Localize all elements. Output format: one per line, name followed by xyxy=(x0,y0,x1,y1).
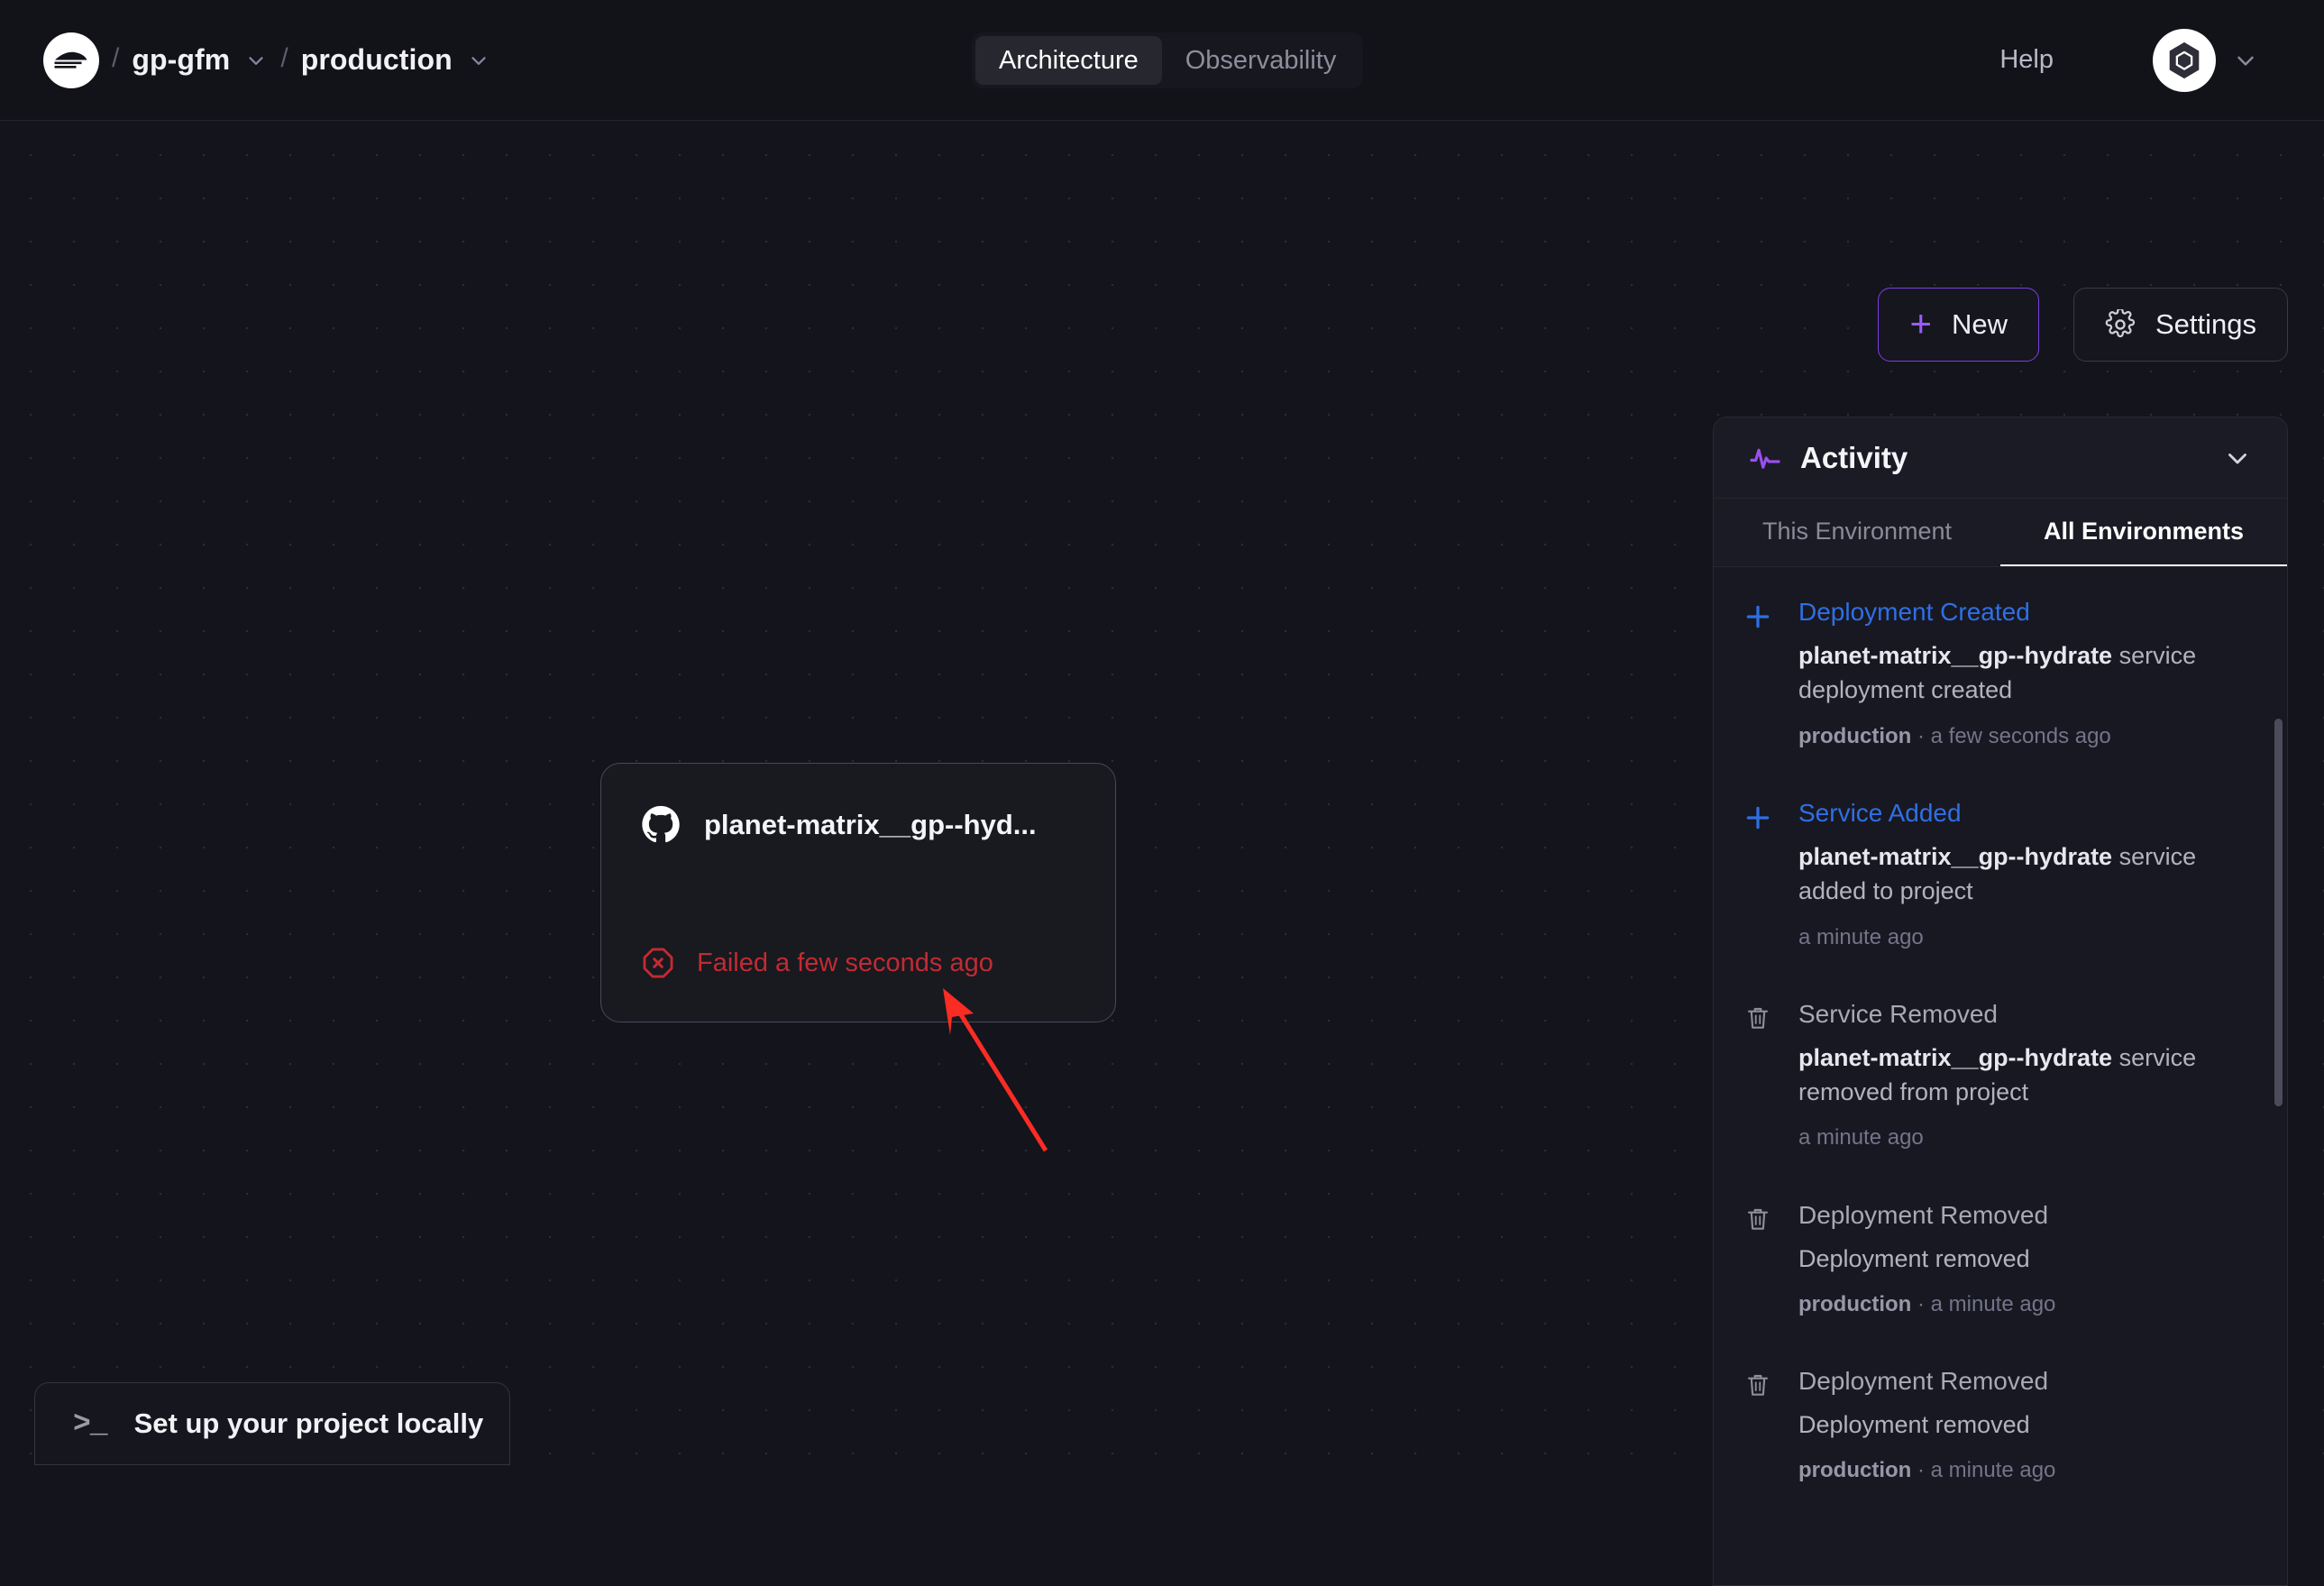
activity-item-body: Service Added planet-matrix__gp--hydrate… xyxy=(1798,797,2249,951)
activity-item-subject: planet-matrix__gp--hydrate xyxy=(1798,842,2113,870)
activity-item-title[interactable]: Deployment Removed xyxy=(1798,1199,2249,1231)
activity-item-body: Deployment Removed Deployment removed pr… xyxy=(1798,1365,2249,1485)
activity-list-item[interactable]: Deployment Created planet-matrix__gp--hy… xyxy=(1714,573,2287,774)
activity-item-meta-separator: · xyxy=(1911,723,1931,748)
activity-item-environment: production xyxy=(1798,1291,1912,1316)
plus-icon: + xyxy=(1909,301,1932,344)
trash-icon xyxy=(1737,998,1779,1152)
activity-tab-this-environment[interactable]: This Environment xyxy=(1714,499,2000,566)
error-octagon-x-icon xyxy=(643,948,673,978)
activity-item-body: Service Removed planet-matrix__gp--hydra… xyxy=(1798,998,2249,1152)
railway-logo-icon[interactable] xyxy=(43,32,99,88)
activity-list-item[interactable]: Service Added planet-matrix__gp--hydrate… xyxy=(1714,774,2287,975)
activity-item-title[interactable]: Deployment Created xyxy=(1798,596,2249,628)
plus-icon xyxy=(1737,797,1779,951)
service-node-card[interactable]: planet-matrix__gp--hyd... Failed a few s… xyxy=(600,763,1116,1022)
activity-item-meta: production · a minute ago xyxy=(1798,1456,2249,1484)
plus-icon xyxy=(1737,596,1779,750)
activity-item-timestamp: a minute ago xyxy=(1798,924,1924,949)
account-menu[interactable] xyxy=(2153,29,2259,92)
new-button[interactable]: + New xyxy=(1878,288,2039,362)
activity-item-timestamp: a minute ago xyxy=(1930,1458,2056,1483)
trash-icon xyxy=(1737,1365,1779,1485)
breadcrumb-environment-label: production xyxy=(300,43,453,76)
activity-item-description-tail: Deployment removed xyxy=(1798,1411,2030,1439)
activity-item-environment: production xyxy=(1798,723,1912,748)
activity-item-description: planet-matrix__gp--hydrate service added… xyxy=(1798,839,2249,909)
activity-item-body: Deployment Created planet-matrix__gp--hy… xyxy=(1798,596,2249,750)
setup-project-locally-button[interactable]: >_ Set up your project locally xyxy=(34,1382,510,1465)
activity-item-description-tail: Deployment removed xyxy=(1798,1244,2030,1272)
activity-item-subject: planet-matrix__gp--hydrate xyxy=(1798,1043,2113,1071)
activity-item-meta: production · a minute ago xyxy=(1798,1290,2249,1318)
activity-item-description: Deployment removed xyxy=(1798,1242,2249,1276)
activity-item-timestamp: a minute ago xyxy=(1798,1125,1924,1151)
activity-list-item[interactable]: Deployment Removed Deployment removed pr… xyxy=(1714,1342,2287,1508)
settings-button[interactable]: Settings xyxy=(2072,288,2288,362)
activity-panel-header[interactable]: Activity xyxy=(1714,417,2287,499)
activity-scope-tabs: This Environment All Environments xyxy=(1714,499,2287,567)
github-icon xyxy=(642,805,680,843)
service-card-status-text: Failed a few seconds ago xyxy=(697,948,993,977)
chevron-down-icon[interactable] xyxy=(2232,47,2259,74)
activity-item-title[interactable]: Deployment Removed xyxy=(1798,1365,2249,1397)
canvas-toolbar: + New Settings xyxy=(1878,288,2288,362)
activity-item-meta: a minute ago xyxy=(1798,923,2249,951)
activity-item-environment: production xyxy=(1798,1458,1912,1483)
top-bar: / gp-gfm / production Architecture Obser… xyxy=(0,0,2324,121)
activity-item-description: planet-matrix__gp--hydrate service remov… xyxy=(1798,1041,2249,1110)
activity-item-description: Deployment removed xyxy=(1798,1407,2249,1442)
activity-tab-all-environments[interactable]: All Environments xyxy=(2000,499,2287,566)
chevron-down-icon xyxy=(471,56,486,65)
breadcrumb-project-label: gp-gfm xyxy=(132,43,231,76)
terminal-prompt-icon: >_ xyxy=(73,1407,108,1441)
service-card-name: planet-matrix__gp--hyd... xyxy=(704,809,1037,840)
activity-panel: Activity This Environment All Environmen… xyxy=(1713,417,2288,1586)
activity-item-meta-separator: · xyxy=(1911,1458,1931,1483)
activity-feed-list[interactable]: Deployment Created planet-matrix__gp--hy… xyxy=(1714,567,2287,1585)
activity-item-timestamp: a minute ago xyxy=(1930,1291,2056,1316)
activity-item-subject: planet-matrix__gp--hydrate xyxy=(1798,642,2113,669)
architecture-canvas[interactable]: + New Settings planet-matrix__gp--hyd...… xyxy=(0,121,2324,1586)
service-card-header: planet-matrix__gp--hyd... xyxy=(641,805,1075,845)
activity-item-timestamp: a few seconds ago xyxy=(1930,723,2111,748)
activity-list-item[interactable]: Deployment Removed Deployment removed pr… xyxy=(1714,1176,2287,1343)
activity-pulse-icon xyxy=(1750,448,1780,469)
activity-item-meta-separator: · xyxy=(1911,1291,1931,1316)
activity-item-meta: production · a few seconds ago xyxy=(1798,722,2249,750)
tab-architecture[interactable]: Architecture xyxy=(975,36,1162,85)
breadcrumb-environment[interactable]: production xyxy=(301,43,490,77)
help-link[interactable]: Help xyxy=(1999,45,2054,75)
trash-icon xyxy=(1737,1199,1779,1319)
service-card-status: Failed a few seconds ago xyxy=(641,946,1075,980)
activity-scrollbar-thumb[interactable] xyxy=(2274,719,2283,1106)
settings-button-label: Settings xyxy=(2155,308,2256,340)
breadcrumb-separator-2: / xyxy=(280,42,288,73)
new-button-label: New xyxy=(1951,308,2008,340)
activity-panel-title: Activity xyxy=(1800,440,1908,474)
activity-item-title[interactable]: Service Added xyxy=(1798,797,2249,829)
breadcrumb-project[interactable]: gp-gfm xyxy=(132,43,268,77)
activity-item-description: planet-matrix__gp--hydrate service deplo… xyxy=(1798,638,2249,708)
view-tabs: Architecture Observability xyxy=(972,32,1364,88)
setup-project-locally-label: Set up your project locally xyxy=(133,1407,484,1439)
gear-icon xyxy=(2105,309,2136,338)
activity-item-title[interactable]: Service Removed xyxy=(1798,998,2249,1030)
breadcrumb-separator-1: / xyxy=(112,42,120,73)
tab-observability[interactable]: Observability xyxy=(1162,36,1360,85)
activity-item-body: Deployment Removed Deployment removed pr… xyxy=(1798,1199,2249,1319)
chevron-down-icon xyxy=(249,56,263,65)
activity-list-item[interactable]: Service Removed planet-matrix__gp--hydra… xyxy=(1714,975,2287,1176)
chevron-down-icon[interactable] xyxy=(2222,443,2253,473)
user-avatar-hexagon-icon[interactable] xyxy=(2153,29,2216,92)
activity-item-meta: a minute ago xyxy=(1798,1123,2249,1151)
